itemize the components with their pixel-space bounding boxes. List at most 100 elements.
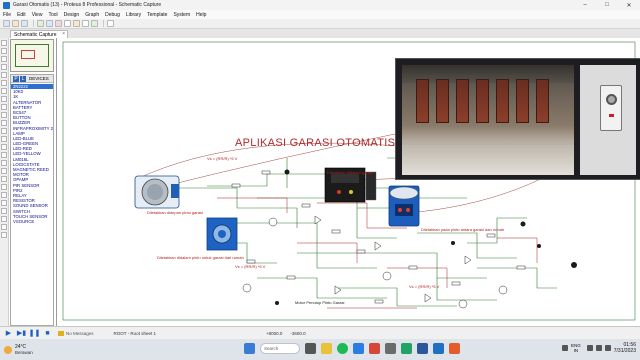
task-view-icon[interactable] xyxy=(305,343,316,354)
line-icon[interactable] xyxy=(1,160,7,166)
menu-library[interactable]: Library xyxy=(126,12,141,18)
spotify-icon[interactable] xyxy=(337,343,348,354)
device-list-item[interactable]: INFRAPROXIMITY 2 xyxy=(11,126,53,131)
virtual-instrument-icon[interactable] xyxy=(1,152,7,158)
marker-icon[interactable] xyxy=(1,216,7,222)
edge-icon[interactable] xyxy=(353,343,364,354)
overview-view-rectangle[interactable] xyxy=(21,50,35,59)
save-icon[interactable] xyxy=(21,20,28,27)
coordinate-y: -3600.0 xyxy=(290,330,306,336)
schematic-canvas[interactable]: APLIKASI GARASI OTOMATIS Vs = (RR/R) *5 … xyxy=(56,38,640,326)
device-list-item[interactable]: VSOURCE xyxy=(11,219,53,224)
overview-window[interactable] xyxy=(10,39,54,72)
device-selector-label: DEVICES xyxy=(29,76,49,81)
arc-icon[interactable] xyxy=(1,184,7,190)
speaker-icon xyxy=(606,94,617,105)
proteus-taskbar-icon[interactable] xyxy=(433,343,444,354)
menu-design[interactable]: Design xyxy=(64,12,80,18)
box-icon[interactable] xyxy=(1,168,7,174)
lang-line2: IN xyxy=(573,348,579,353)
close-button[interactable]: ✕ xyxy=(618,0,640,10)
bus-icon[interactable] xyxy=(1,80,7,86)
clock[interactable]: 01:56 7/31/2023 xyxy=(614,342,636,354)
bom-icon[interactable] xyxy=(82,20,89,27)
pcb-icon[interactable] xyxy=(55,20,62,27)
weather-condition: Berawan xyxy=(15,349,33,355)
menu-view[interactable]: View xyxy=(32,12,43,18)
word-icon[interactable] xyxy=(417,343,428,354)
wire-label-icon[interactable] xyxy=(1,64,7,70)
text-icon[interactable] xyxy=(1,200,7,206)
volume-icon[interactable] xyxy=(595,345,602,351)
battery-icon[interactable] xyxy=(604,345,611,351)
rotate-icon[interactable] xyxy=(1,224,7,230)
current-probe-icon[interactable] xyxy=(1,144,7,150)
graph-icon[interactable] xyxy=(1,112,7,118)
terminal-icon[interactable] xyxy=(1,96,7,102)
tape-recorder-icon[interactable] xyxy=(1,120,7,126)
new-file-icon[interactable] xyxy=(3,20,10,27)
minimize-button[interactable]: – xyxy=(574,0,596,10)
coordinate-x: +8000.0 xyxy=(265,330,283,336)
window-title: Garasi Otomatis (13) - Proteus 8 Profess… xyxy=(13,2,162,8)
device-pin-icon[interactable] xyxy=(1,104,7,110)
schematic-icon[interactable] xyxy=(46,20,53,27)
menu-edit[interactable]: Edit xyxy=(17,12,26,18)
help-icon[interactable] xyxy=(107,20,114,27)
voltage-probe-icon[interactable] xyxy=(1,136,7,142)
garage-floor xyxy=(402,145,574,175)
junction-dot-icon[interactable] xyxy=(1,56,7,62)
taskbar-search[interactable]: Search xyxy=(260,343,300,354)
pick-devices-button[interactable]: P xyxy=(13,75,19,82)
message-text: No Messages xyxy=(66,330,94,336)
close-tab-icon[interactable]: × xyxy=(62,31,65,37)
sheet-indicator: ROOT - Root sheet 1 xyxy=(113,330,156,336)
circle-icon[interactable] xyxy=(1,176,7,182)
chevron-up-icon[interactable] xyxy=(561,345,568,351)
window-controls: – □ ✕ xyxy=(574,0,640,10)
garage-door xyxy=(476,79,489,123)
gerber-icon[interactable] xyxy=(73,20,80,27)
subcircuit-icon[interactable] xyxy=(1,88,7,94)
menu-tool[interactable]: Tool xyxy=(48,12,57,18)
text-script-icon[interactable] xyxy=(1,72,7,78)
store-icon[interactable] xyxy=(385,343,396,354)
menu-graph[interactable]: Graph xyxy=(85,12,99,18)
menu-help[interactable]: Help xyxy=(196,12,206,18)
wifi-icon[interactable] xyxy=(586,345,593,351)
maximize-button[interactable]: □ xyxy=(596,0,618,10)
select-mode-icon[interactable] xyxy=(1,40,7,46)
chrome-icon[interactable] xyxy=(369,343,380,354)
path-icon[interactable] xyxy=(1,192,7,198)
open-folder-icon[interactable] xyxy=(12,20,19,27)
device-list-item[interactable]: SOUND SENSOR xyxy=(11,203,53,208)
play-icon[interactable]: ▶ xyxy=(4,329,13,338)
generator-icon[interactable] xyxy=(1,128,7,134)
input-language[interactable]: ENG IN xyxy=(571,343,581,353)
menu-bar: File Edit View Tool Design Graph Debug L… xyxy=(0,10,640,19)
search-placeholder: Search xyxy=(264,346,279,351)
source-code-icon[interactable] xyxy=(91,20,98,27)
menu-debug[interactable]: Debug xyxy=(105,12,120,18)
tab-schematic-capture[interactable]: Schematic Capture × xyxy=(10,30,68,38)
message-area[interactable]: No Messages xyxy=(58,330,94,336)
weather-widget[interactable]: 24°C Berawan xyxy=(4,344,33,356)
stop-icon[interactable]: ■ xyxy=(43,329,52,338)
start-icon[interactable] xyxy=(244,343,255,354)
excel-icon[interactable] xyxy=(401,343,412,354)
menu-system[interactable]: System xyxy=(173,12,190,18)
file-explorer-icon[interactable] xyxy=(321,343,332,354)
symbol-icon[interactable] xyxy=(1,208,7,214)
menu-template[interactable]: Template xyxy=(147,12,167,18)
home-icon[interactable] xyxy=(37,20,44,27)
library-manager-button[interactable]: L xyxy=(20,75,26,82)
simulation-status-bar: ▶ ▶▮ ❚❚ ■ No Messages ROOT - Root sheet … xyxy=(0,326,640,339)
component-mode-icon[interactable] xyxy=(1,48,7,54)
step-icon[interactable]: ▶▮ xyxy=(17,329,26,338)
mirror-icon[interactable] xyxy=(1,232,7,238)
powerpoint-icon[interactable] xyxy=(449,343,460,354)
garage-photo xyxy=(395,58,640,180)
3d-view-icon[interactable] xyxy=(64,20,71,27)
pause-icon[interactable]: ❚❚ xyxy=(29,329,41,338)
menu-file[interactable]: File xyxy=(3,12,11,18)
